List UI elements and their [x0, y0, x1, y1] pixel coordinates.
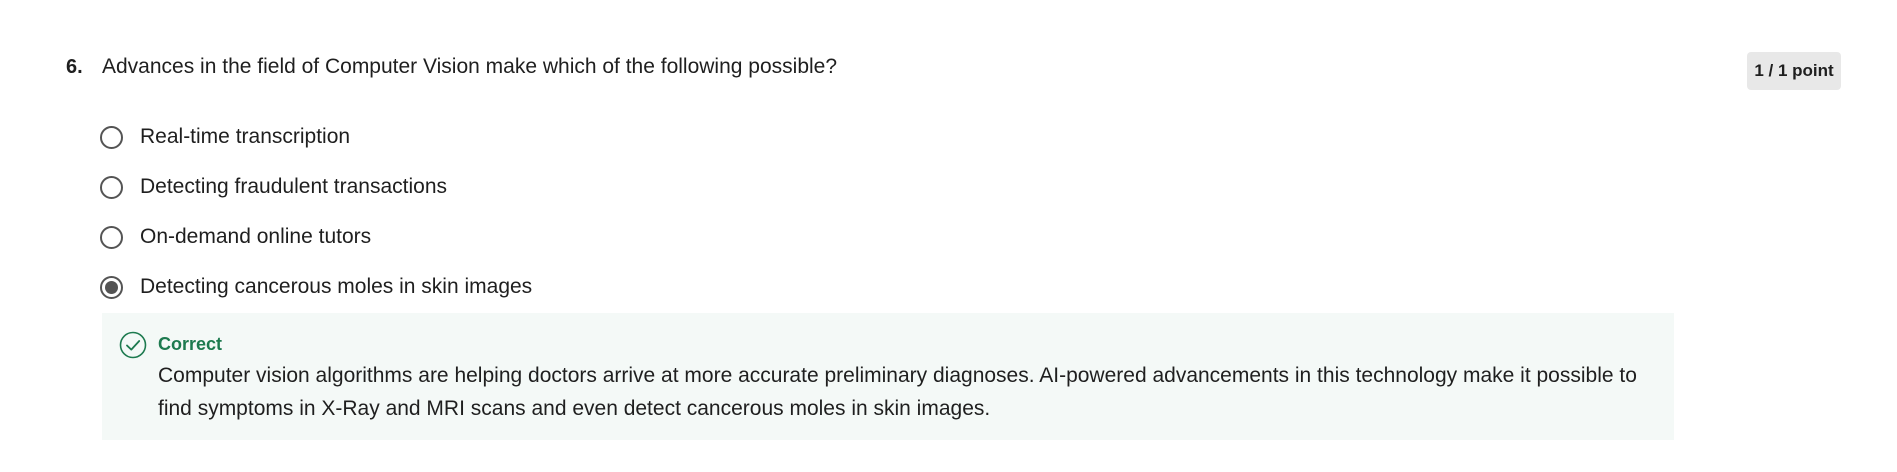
- check-circle-icon: [119, 331, 147, 359]
- radio-dot: [105, 280, 118, 294]
- answer-option[interactable]: On-demand online tutors: [100, 212, 532, 262]
- feedback-status: Correct: [158, 334, 223, 354]
- answer-option[interactable]: Detecting cancerous moles in skin images: [100, 262, 532, 312]
- feedback-panel: Correct Computer vision algorithms are h…: [102, 313, 1674, 440]
- option-label: Real-time transcription: [140, 125, 351, 148]
- answer-option[interactable]: Detecting fraudulent transactions: [100, 162, 532, 212]
- quiz-question: 6. Advances in the field of Computer Vis…: [0, 0, 1897, 472]
- question-number: 6.: [66, 56, 83, 78]
- radio-button[interactable]: [100, 175, 123, 199]
- question-text: Advances in the field of Computer Vision…: [102, 55, 838, 78]
- option-label: On-demand online tutors: [140, 225, 372, 248]
- radio-button[interactable]: [100, 125, 123, 149]
- points-badge: 1 / 1 point: [1747, 52, 1841, 90]
- answer-option[interactable]: Real-time transcription: [100, 112, 532, 162]
- option-label: Detecting fraudulent transactions: [140, 175, 448, 198]
- answer-options: Real-time transcription Detecting fraudu…: [100, 112, 532, 312]
- option-label: Detecting cancerous moles in skin images: [140, 275, 533, 298]
- radio-button[interactable]: [100, 225, 123, 249]
- radio-button[interactable]: [100, 275, 123, 299]
- feedback-text: Computer vision algorithms are helping d…: [158, 364, 1637, 420]
